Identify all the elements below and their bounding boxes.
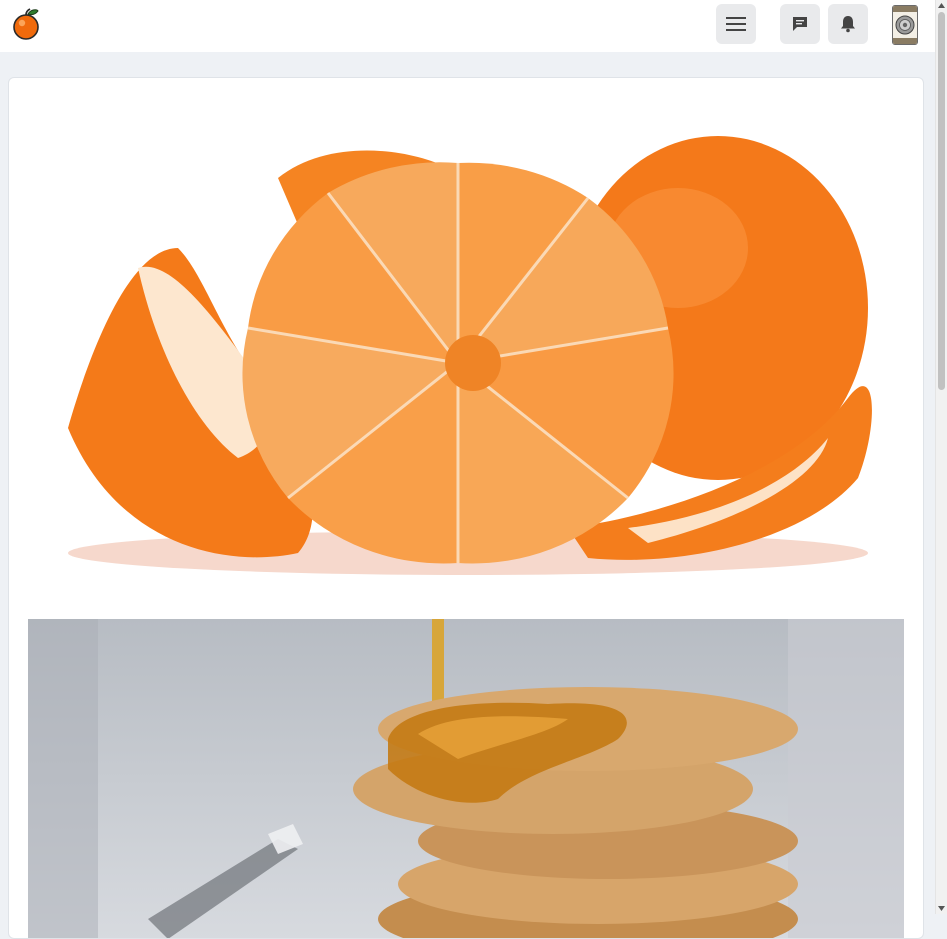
scrollbar-thumb[interactable] — [938, 12, 945, 390]
scroll-up-arrow-icon[interactable] — [936, 0, 947, 11]
hamburger-menu-icon — [726, 17, 746, 31]
scroll-down-arrow-icon[interactable] — [936, 903, 947, 914]
bell-icon — [841, 16, 855, 33]
chat-bubble-icon — [793, 17, 807, 31]
user-avatar[interactable] — [892, 5, 918, 45]
feed-post-card — [8, 77, 924, 939]
top-navigation-bar — [0, 0, 936, 52]
orange-logo-icon[interactable] — [11, 7, 41, 41]
menu-button[interactable] — [716, 4, 756, 44]
pancakes-honey-photo[interactable] — [28, 619, 904, 939]
messages-button[interactable] — [780, 4, 820, 44]
notifications-button[interactable] — [828, 4, 868, 44]
tangerine-peeled-photo[interactable] — [28, 98, 904, 598]
page-scrollbar[interactable] — [935, 0, 947, 914]
